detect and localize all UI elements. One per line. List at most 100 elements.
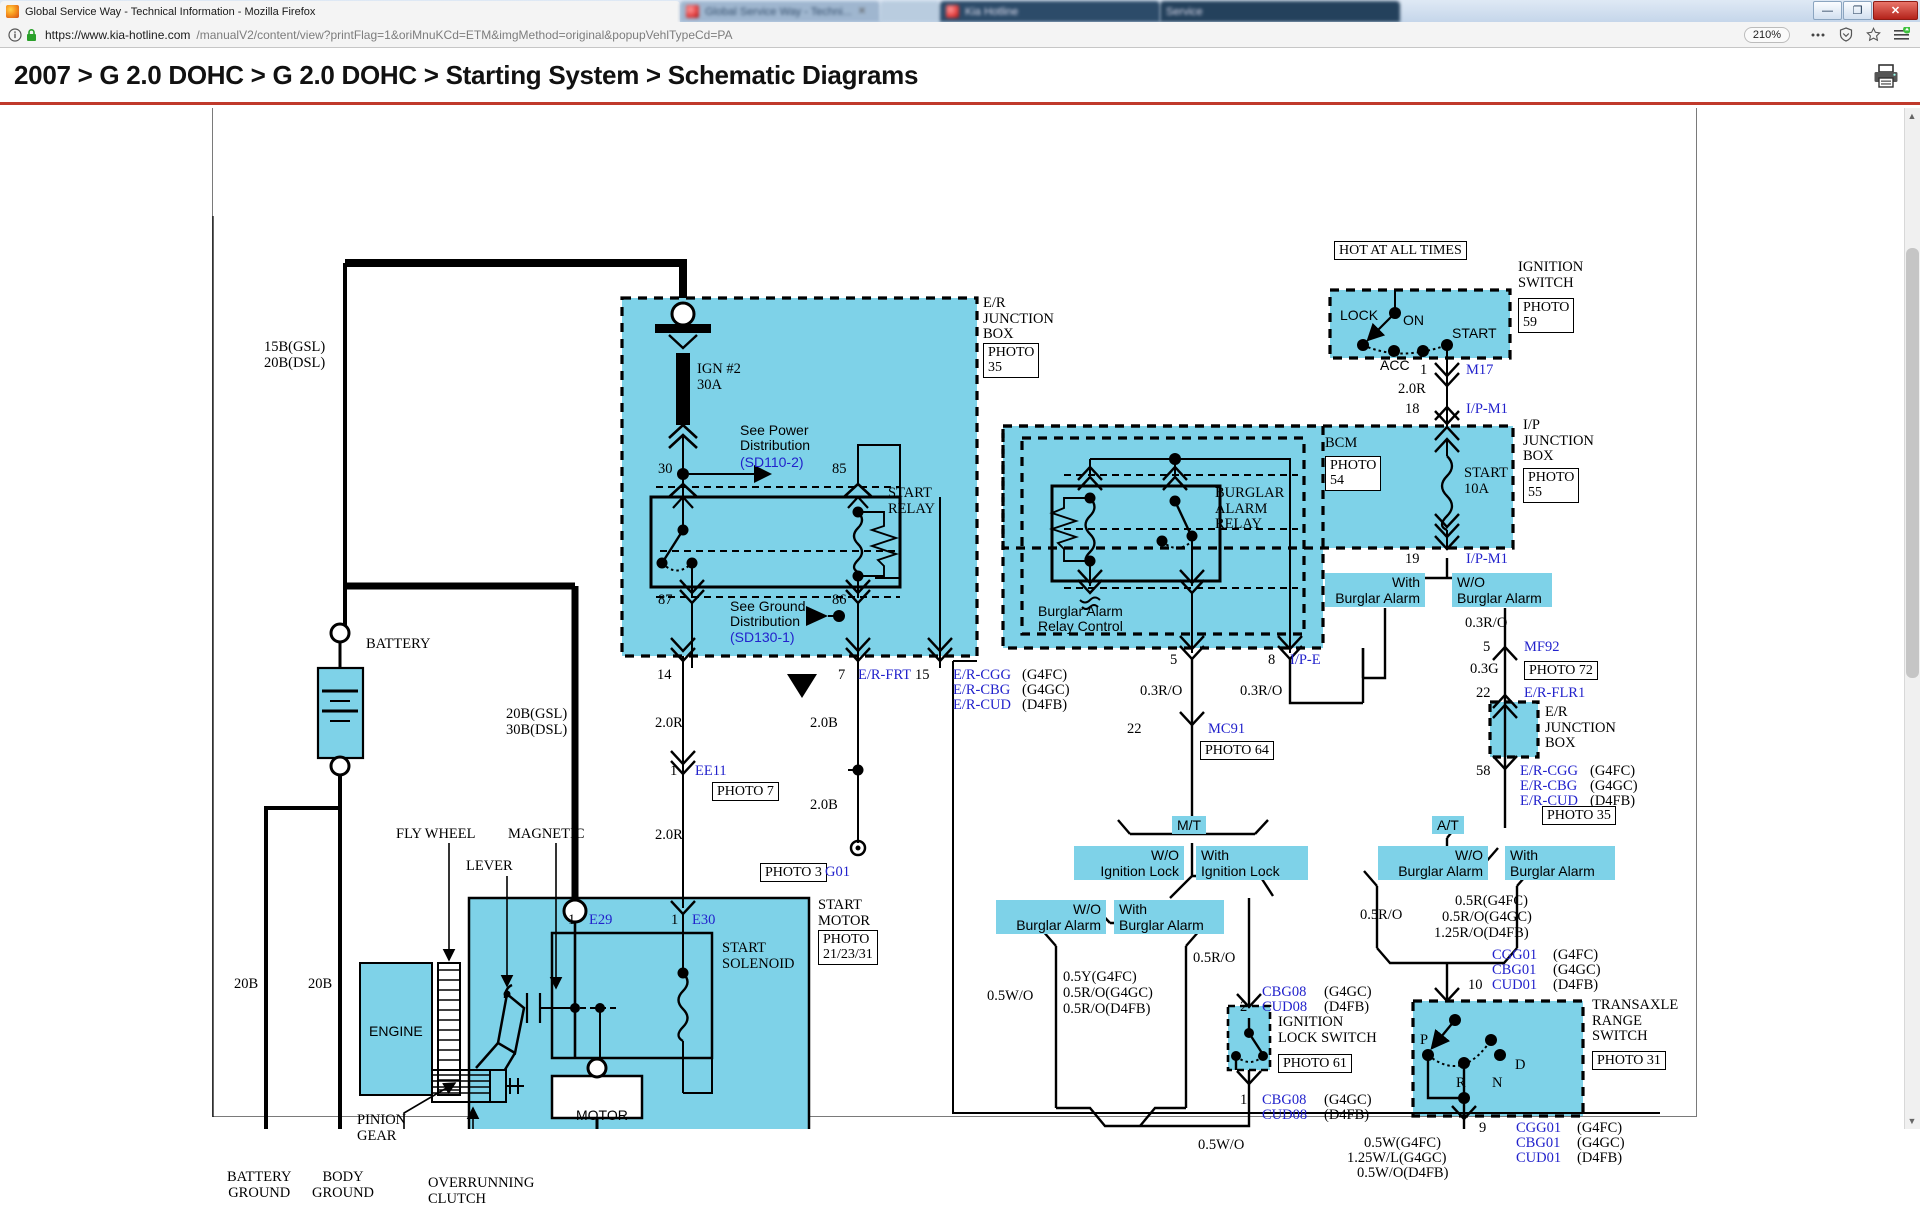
tab-title: Global Service Way - Techni... xyxy=(705,5,852,18)
label-photo-54: PHOTO 54 xyxy=(1325,456,1382,491)
page-info-icon[interactable] xyxy=(6,26,23,43)
zoom-level-badge[interactable]: 210% xyxy=(1743,26,1790,43)
label-cud01-b: CUD01 xyxy=(1516,1150,1562,1166)
label-ign-start: START xyxy=(1452,325,1497,341)
tab-title: Kia Hotline xyxy=(965,5,1019,18)
tab-active[interactable]: Global Service Way - Technical Informati… xyxy=(0,1,680,22)
label-0-5ro-c: 0.5R/O xyxy=(1360,907,1403,923)
label-pin-5-mf92: 5 xyxy=(1483,639,1491,655)
label-start-solenoid: START SOLENOID xyxy=(722,940,795,972)
page-actions-icon[interactable] xyxy=(1809,26,1826,43)
tab-inactive-3[interactable]: Kia Hotline xyxy=(940,1,1160,22)
label-hot-at-all-times: HOT AT ALL TIMES xyxy=(1334,241,1467,261)
label-2-0r-a: 2.0R xyxy=(1398,381,1426,397)
label-0-3ro-c: 0.3R/O xyxy=(1240,683,1283,699)
bookmark-star-icon[interactable] xyxy=(1865,26,1882,43)
scroll-up-icon[interactable]: ▲ xyxy=(1906,110,1918,122)
scrollbar-thumb[interactable] xyxy=(1906,248,1919,678)
label-0-3ro-a: 0.3R/O xyxy=(1465,615,1508,631)
label-pin-30: 30 xyxy=(658,461,673,477)
navbar-right-controls: 210% xyxy=(1743,26,1914,43)
label-ignition-lock-switch: IGNITION LOCK SWITCH xyxy=(1278,1014,1377,1046)
tab-title: Global Service Way - Technical Informati… xyxy=(25,5,316,18)
printer-icon xyxy=(1874,63,1898,88)
lock-icon[interactable] xyxy=(23,26,40,43)
tab-inactive-2[interactable] xyxy=(880,1,940,22)
tab-inactive-4[interactable]: Service xyxy=(1160,1,1400,22)
label-pin-15: 15 xyxy=(915,667,930,683)
label-er-junction-box-right: E/R JUNCTION BOX xyxy=(1545,704,1616,752)
label-magnetic: MAGNETIC xyxy=(508,826,585,842)
label-15b-gsl: 15B(GSL) xyxy=(264,339,326,355)
label-photo-72: PHOTO 72 xyxy=(1524,661,1598,681)
label-motor: MOTOR xyxy=(576,1107,628,1123)
tab-favicon-icon xyxy=(946,5,959,18)
label-pin-86: 86 xyxy=(832,592,847,608)
label-pin-2: 2 xyxy=(1240,999,1248,1015)
label-wo-burglar-alarm-2: W/O Burglar Alarm xyxy=(996,900,1106,935)
label-cud01: CUD01 xyxy=(1492,977,1538,993)
label-e30: E30 xyxy=(692,912,716,928)
label-pin-1-e29: 1 xyxy=(568,912,576,928)
label-pin-22-flr1: 22 xyxy=(1476,685,1491,701)
label-0-5ro-g4gc-b: 0.5R/O(G4GC) xyxy=(1442,909,1532,925)
label-0-5ro-b: 0.5R/O xyxy=(1193,950,1236,966)
label-sd110-2: (SD110-2) xyxy=(740,454,804,470)
scroll-down-icon[interactable]: ▼ xyxy=(1906,1115,1918,1127)
maximize-button[interactable]: ❐ xyxy=(1843,1,1872,20)
label-photo-3: PHOTO 3 xyxy=(760,863,827,883)
label-d4fb-15: (D4FB) xyxy=(1022,697,1068,713)
label-body-ground: BODY GROUND xyxy=(312,1169,375,1201)
label-trs-r: R xyxy=(1456,1075,1466,1091)
hamburger-menu-icon[interactable] xyxy=(1893,26,1910,43)
label-burglar-alarm-relay-control: Burglar Alarm Relay Control xyxy=(1038,603,1123,635)
label-pin-18: 18 xyxy=(1405,401,1420,417)
label-2-0r-b: 2.0R xyxy=(655,715,683,731)
tab-close-icon[interactable]: ✕ xyxy=(858,6,866,17)
label-mt: M/T xyxy=(1172,816,1207,835)
label-pin-58: 58 xyxy=(1476,763,1491,779)
label-1-25wl-g4gc: 1.25W/L(G4GC) xyxy=(1347,1150,1447,1166)
label-20b-dsl: 20B(DSL) xyxy=(264,355,326,371)
page-header: 2007 > G 2.0 DOHC > G 2.0 DOHC > Startin… xyxy=(0,49,1920,105)
tab-inactive-1[interactable]: Global Service Way - Techni... ✕ xyxy=(680,1,880,22)
label-ip-m1-bottom: I/P-M1 xyxy=(1466,551,1508,567)
label-d4fb-cud01: (D4FB) xyxy=(1553,977,1599,993)
label-g01: G01 xyxy=(825,864,850,880)
tracking-shield-icon[interactable] xyxy=(1837,26,1854,43)
label-2-0b-a: 2.0B xyxy=(810,715,838,731)
label-pin-1-m17: 1 xyxy=(1420,362,1428,378)
close-icon: ✕ xyxy=(1890,5,1901,17)
label-mc91: MC91 xyxy=(1208,721,1246,737)
page-body: 15B(GSL) 20B(DSL) BATTERY 20B 20B BATTER… xyxy=(0,108,1920,1207)
browser-titlebar: Global Service Way - Technical Informati… xyxy=(0,0,1920,22)
minimize-button[interactable]: — xyxy=(1813,1,1842,20)
label-with-ignition-lock: With Ignition Lock xyxy=(1196,846,1308,881)
label-ee11: EE11 xyxy=(695,763,727,779)
url-bar[interactable]: https://www.kia-hotline.com/manualV2/con… xyxy=(45,25,1739,45)
label-pin-8-ipe: 8 xyxy=(1268,652,1276,668)
label-0-5wo-d4fb: 0.5W/O(D4FB) xyxy=(1357,1165,1449,1181)
label-with-burglar-alarm-3: With Burglar Alarm xyxy=(1505,846,1615,881)
minimize-icon: — xyxy=(1822,4,1833,17)
tab-favicon-icon xyxy=(686,5,699,18)
label-0-5ro-d4fb: 0.5R/O(D4FB) xyxy=(1063,1001,1151,1017)
label-battery-ground: BATTERY GROUND xyxy=(227,1169,292,1201)
label-bcm: BCM xyxy=(1325,435,1358,451)
label-see-ground-distribution: See Ground Distribution xyxy=(730,598,806,630)
firefox-favicon-icon xyxy=(6,5,19,18)
label-photo-7: PHOTO 7 xyxy=(712,782,779,802)
browser-navbar: https://www.kia-hotline.com/manualV2/con… xyxy=(0,22,1920,48)
label-photo-59: PHOTO 59 xyxy=(1518,298,1575,333)
close-button[interactable]: ✕ xyxy=(1873,1,1918,20)
label-start-10a: START 10A xyxy=(1464,465,1508,497)
label-20b-gsl: 20B(GSL) xyxy=(506,706,568,722)
schematic-svg xyxy=(212,216,1660,1129)
url-path: /manualV2/content/view?printFlag=1&oriMn… xyxy=(196,27,733,42)
vertical-scrollbar[interactable]: ▲ ▼ xyxy=(1904,108,1920,1129)
label-photo-35-right: PHOTO 35 xyxy=(1542,806,1616,826)
label-2-0b-b: 2.0B xyxy=(810,797,838,813)
print-button[interactable] xyxy=(1872,63,1900,89)
label-with-burglar-alarm-2: With Burglar Alarm xyxy=(1114,900,1224,935)
label-mf92: MF92 xyxy=(1524,639,1560,655)
